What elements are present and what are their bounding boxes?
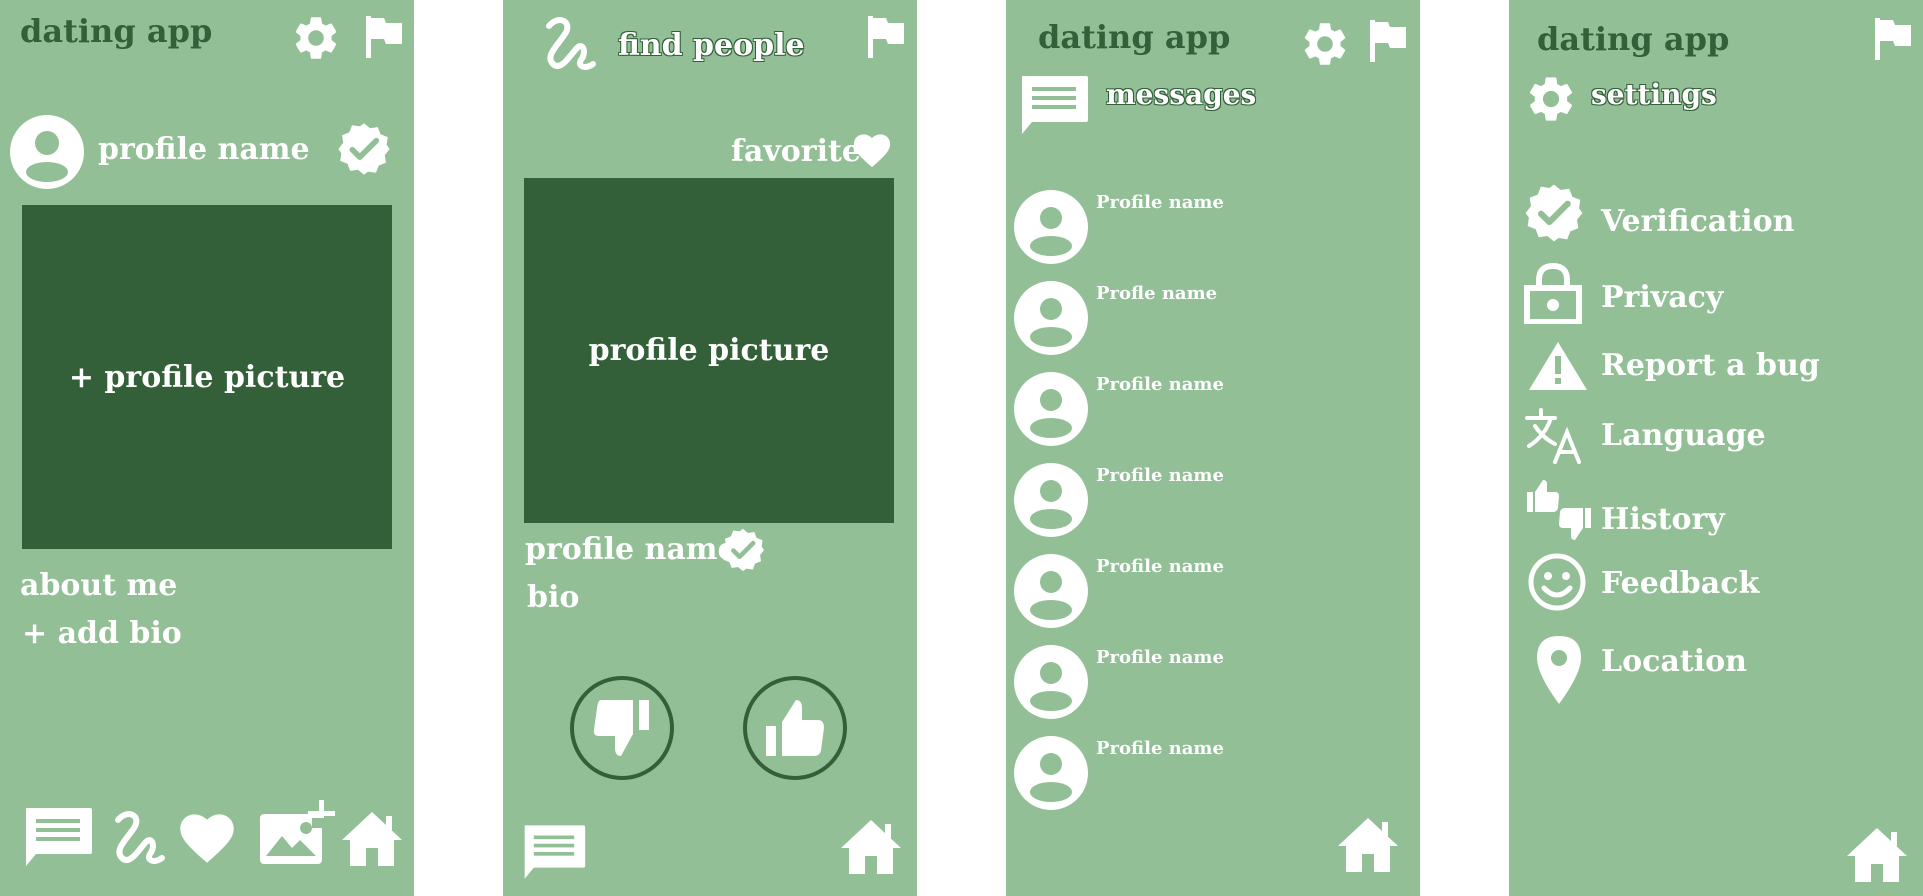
thumbs-down-icon (593, 700, 649, 756)
dislike-button[interactable] (570, 676, 674, 780)
add-bio-button[interactable]: + add bio (22, 616, 182, 651)
flag-icon[interactable] (364, 14, 404, 60)
home-icon[interactable] (1845, 826, 1909, 884)
settings-item-privacy[interactable]: Privacy (1523, 260, 1903, 324)
smiley-icon (1528, 553, 1586, 611)
chat-icon (1018, 74, 1090, 136)
conversation-item[interactable]: Profile name (1014, 552, 1394, 628)
conversation-item[interactable]: Profile name (1014, 643, 1394, 719)
warning-icon (1529, 342, 1587, 390)
app-title: dating app (1537, 20, 1730, 58)
chat-icon[interactable] (22, 806, 94, 868)
settings-item-feedback[interactable]: Feedback (1523, 552, 1903, 614)
settings-item-label: Privacy (1601, 280, 1724, 315)
about-me-label: about me (20, 568, 178, 603)
lock-icon (1524, 262, 1582, 324)
settings-screen: dating app settings Verification Privacy… (1509, 0, 1923, 896)
profile-picture-label: profile picture (588, 333, 830, 368)
chat-icon[interactable] (521, 822, 587, 882)
settings-item-report-bug[interactable]: Report a bug (1523, 338, 1903, 394)
verified-badge-icon (720, 527, 766, 573)
conversation-name: Profile name (1096, 374, 1224, 395)
app-title: dating app (20, 12, 213, 50)
like-button[interactable] (743, 676, 847, 780)
heart-icon[interactable] (851, 130, 893, 168)
conversation-item[interactable]: Profle name (1014, 279, 1394, 355)
avatar-icon (1014, 554, 1088, 628)
avatar-icon (10, 115, 84, 189)
profile-picture: profile picture (524, 178, 894, 523)
avatar-icon (1014, 736, 1088, 810)
avatar-icon (1014, 281, 1088, 355)
section-title: messages (1106, 78, 1257, 111)
settings-item-history[interactable]: History (1523, 478, 1903, 542)
conversation-name: Profile name (1096, 556, 1224, 577)
profile-screen: dating app profile name + profile pictur… (0, 0, 414, 896)
add-photo-icon[interactable] (256, 798, 338, 868)
avatar-icon (1014, 190, 1088, 264)
add-profile-picture-button[interactable]: + profile picture (22, 205, 392, 549)
section-title: settings (1591, 78, 1717, 111)
conversation-item[interactable]: Profile name (1014, 370, 1394, 446)
add-picture-label: + profile picture (68, 359, 346, 395)
app-title: dating app (1038, 18, 1231, 56)
thumbs-up-icon (766, 700, 824, 756)
conversation-item[interactable]: Profile name (1014, 461, 1394, 537)
settings-item-label: Language (1601, 418, 1766, 453)
verified-badge-icon (336, 121, 392, 177)
conversation-name: Profile name (1096, 738, 1224, 759)
settings-item-verification[interactable]: Verification (1523, 182, 1903, 244)
find-people-screen: find people favorite profile picture pro… (503, 0, 917, 896)
conversation-item[interactable]: Profile name (1014, 734, 1394, 810)
conversation-item[interactable]: Profile name (1014, 188, 1394, 264)
favorite-label: favorite (731, 134, 861, 169)
conversation-name: Profile name (1096, 465, 1224, 486)
avatar-icon (1014, 645, 1088, 719)
settings-item-language[interactable]: Language (1523, 408, 1903, 464)
settings-item-label: Report a bug (1601, 348, 1820, 383)
thumbs-history-icon (1527, 480, 1591, 540)
settings-item-label: Feedback (1601, 566, 1760, 601)
page-title: find people (618, 28, 805, 63)
messages-screen: dating app messages Profile name Profle … (1006, 0, 1420, 896)
flag-icon[interactable] (1873, 16, 1913, 62)
home-icon[interactable] (1336, 816, 1400, 874)
avatar-icon (1014, 463, 1088, 537)
squiggle-icon[interactable] (108, 804, 168, 868)
flag-icon[interactable] (1368, 18, 1408, 64)
location-pin-icon (1537, 636, 1581, 704)
avatar-icon (1014, 372, 1088, 446)
settings-item-location[interactable]: Location (1523, 634, 1903, 706)
gear-icon[interactable] (287, 12, 345, 64)
bio-label: bio (527, 580, 580, 615)
home-icon[interactable] (839, 818, 903, 876)
flag-icon[interactable] (866, 14, 906, 60)
heart-icon[interactable] (176, 808, 238, 864)
conversation-name: Profile name (1096, 192, 1224, 213)
conversation-name: Profle name (1096, 283, 1218, 304)
settings-item-label: Location (1601, 644, 1747, 679)
settings-item-label: History (1601, 502, 1725, 537)
settings-item-label: Verification (1601, 204, 1795, 239)
translate-icon (1525, 408, 1581, 464)
verified-badge-icon (1525, 184, 1583, 242)
profile-name: profile name (98, 132, 310, 167)
gear-icon (1521, 72, 1581, 126)
squiggle-icon (535, 10, 603, 74)
profile-name: profile name (525, 532, 737, 567)
home-icon[interactable] (340, 810, 404, 868)
gear-icon[interactable] (1296, 18, 1354, 70)
conversation-name: Profile name (1096, 647, 1224, 668)
